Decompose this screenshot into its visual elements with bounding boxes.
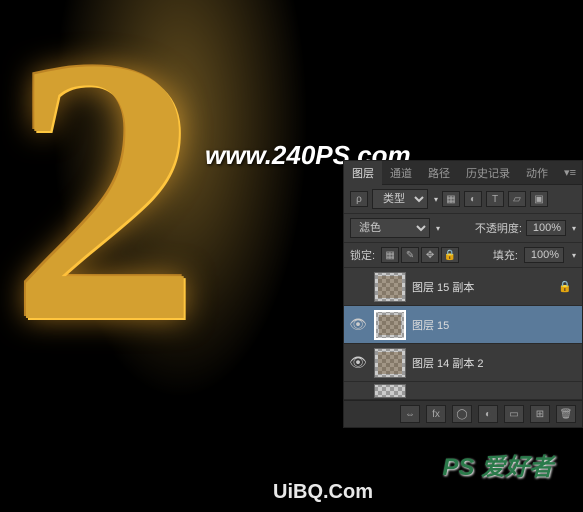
layer-thumbnail[interactable] — [374, 310, 406, 340]
filter-kind-select[interactable]: 类型 — [372, 189, 428, 209]
blend-dropdown-icon — [434, 222, 440, 234]
new-layer-icon[interactable]: ⊞ — [530, 405, 550, 423]
layer-item[interactable]: 👁 图层 14 副本 2 — [344, 344, 582, 382]
layers-list: 图层 15 副本 🔒 👁 图层 15 👁 图层 14 副本 2 — [344, 268, 582, 400]
layer-name[interactable]: 图层 15 — [412, 317, 578, 333]
panel-tabs: 图层 通道 路径 历史记录 动作 ▾≡ — [344, 161, 582, 185]
adjustment-icon[interactable]: ◐ — [478, 405, 498, 423]
group-icon[interactable]: ▭ — [504, 405, 524, 423]
tab-actions[interactable]: 动作 — [518, 161, 556, 185]
fill-dropdown-icon[interactable] — [570, 249, 576, 261]
lock-label: 锁定: — [350, 247, 375, 263]
visibility-toggle[interactable]: 👁 — [348, 316, 368, 333]
layer-item[interactable]: 👁 图层 15 — [344, 306, 582, 344]
watermark-uibq: UiBQ.Com — [273, 481, 373, 504]
filter-type-icon[interactable]: T — [486, 191, 504, 207]
blend-mode-select[interactable]: 滤色 — [350, 218, 430, 238]
filter-adjust-icon[interactable]: ◐ — [464, 191, 482, 207]
layer-thumbnail[interactable] — [374, 272, 406, 302]
tab-history[interactable]: 历史记录 — [458, 161, 518, 185]
watermark-ps: PS 爱好者 — [442, 447, 553, 482]
filter-pixel-icon[interactable]: ▦ — [442, 191, 460, 207]
lock-pixels-icon[interactable]: ✎ — [401, 247, 419, 263]
filter-dropdown-icon — [432, 193, 438, 205]
opacity-dropdown-icon[interactable] — [570, 222, 576, 234]
panel-menu-icon[interactable]: ▾≡ — [558, 166, 582, 179]
mask-icon[interactable]: ◯ — [452, 405, 472, 423]
visibility-toggle[interactable]: 👁 — [348, 354, 368, 371]
layers-panel: 图层 通道 路径 历史记录 动作 ▾≡ ρ 类型 ▦ ◐ T ▱ ▣ 滤色 不透… — [343, 160, 583, 428]
lock-icon: 🔒 — [558, 280, 578, 293]
layer-name[interactable]: 图层 15 副本 — [412, 279, 558, 295]
canvas-area: 2 www.240PS.com — [0, 0, 340, 512]
fx-icon[interactable]: fx — [426, 405, 446, 423]
layer-thumbnail[interactable] — [374, 384, 406, 398]
tab-paths[interactable]: 路径 — [420, 161, 458, 185]
trash-icon[interactable]: 🗑 — [556, 405, 576, 423]
opacity-value[interactable]: 100% — [526, 220, 566, 236]
filter-kind-icon[interactable]: ρ — [350, 191, 368, 207]
filter-row: ρ 类型 ▦ ◐ T ▱ ▣ — [344, 185, 582, 214]
blend-row: 滤色 不透明度: 100% — [344, 214, 582, 243]
tab-channels[interactable]: 通道 — [382, 161, 420, 185]
lock-transparent-icon[interactable]: ▦ — [381, 247, 399, 263]
tab-layers[interactable]: 图层 — [344, 161, 382, 185]
layer-thumbnail[interactable] — [374, 348, 406, 378]
opacity-label: 不透明度: — [475, 220, 522, 236]
layer-item-partial[interactable] — [344, 382, 582, 400]
link-layers-icon[interactable]: ⇔ — [400, 405, 420, 423]
fill-label: 填充: — [493, 247, 518, 263]
layer-name[interactable]: 图层 14 副本 2 — [412, 355, 578, 371]
filter-smart-icon[interactable]: ▣ — [530, 191, 548, 207]
filter-shape-icon[interactable]: ▱ — [508, 191, 526, 207]
panel-bottom-bar: ⇔ fx ◯ ◐ ▭ ⊞ 🗑 — [344, 400, 582, 427]
main-number-2: 2 — [10, 20, 200, 362]
fill-value[interactable]: 100% — [524, 247, 564, 263]
layer-item[interactable]: 图层 15 副本 🔒 — [344, 268, 582, 306]
lock-position-icon[interactable]: ✥ — [421, 247, 439, 263]
lock-all-icon[interactable]: 🔒 — [441, 247, 459, 263]
lock-row: 锁定: ▦ ✎ ✥ 🔒 填充: 100% — [344, 243, 582, 268]
